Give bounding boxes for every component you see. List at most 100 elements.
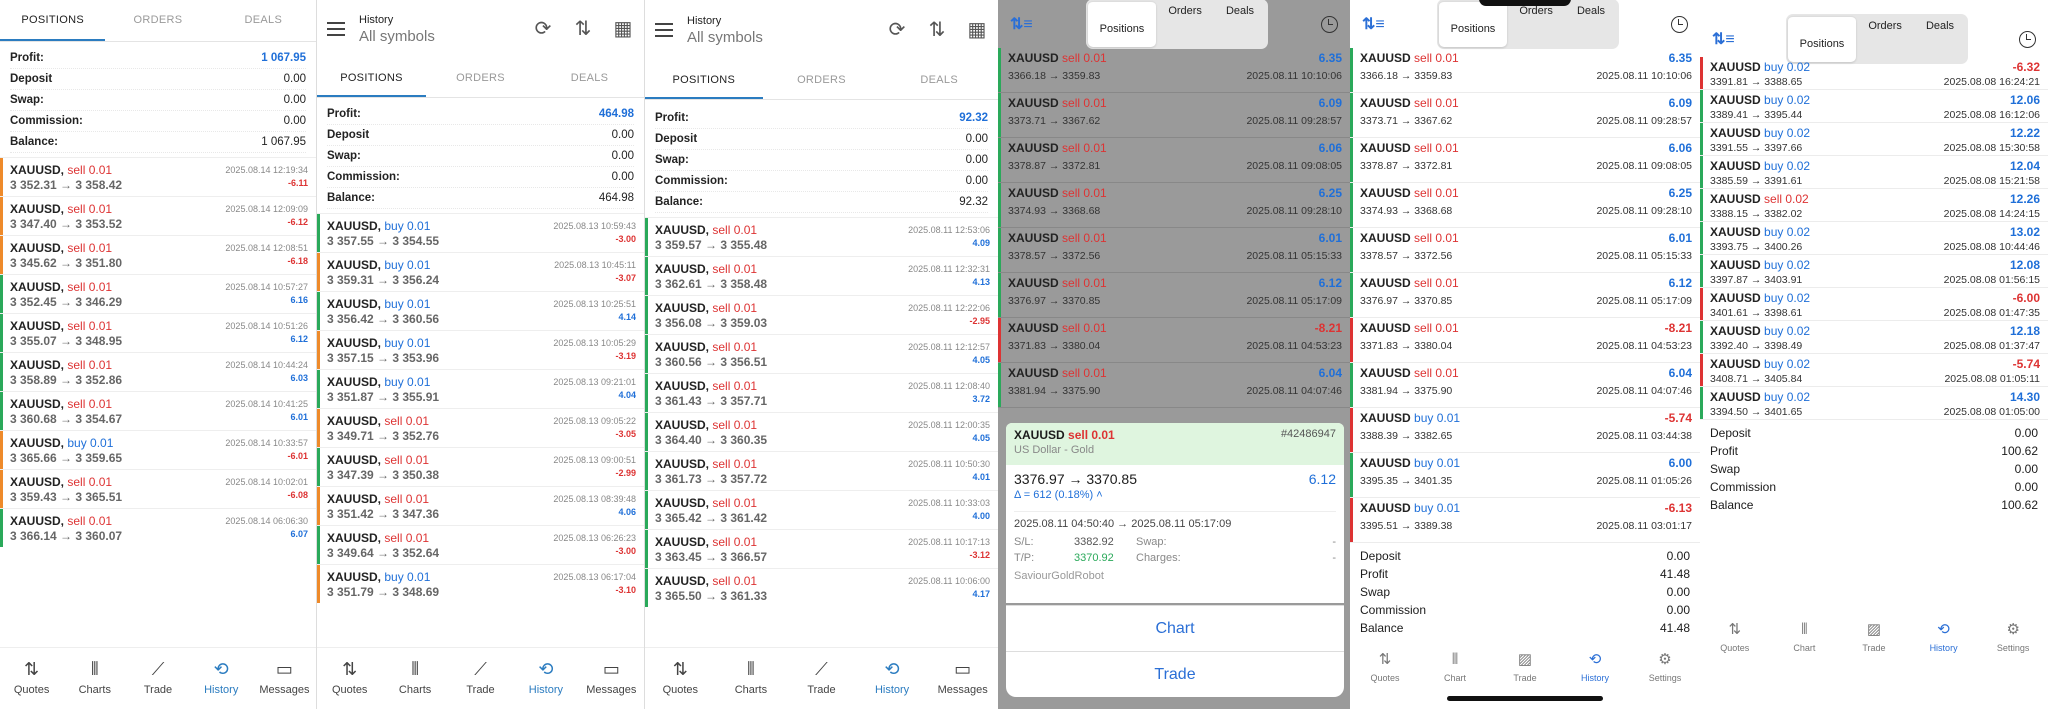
table-row[interactable]: XAUUSD sell 0.01 6.35 3366.18 → 3359.83 202… bbox=[998, 48, 1350, 93]
trade-action-button[interactable]: Trade bbox=[1006, 651, 1344, 697]
tab-orders[interactable]: ORDERS bbox=[763, 60, 881, 99]
nav-trade[interactable]: ⟋ Trade bbox=[126, 648, 189, 709]
table-row[interactable]: XAUUSD buy 0.01 -5.74 3388.39 → 3382.65 202… bbox=[1350, 408, 1700, 453]
table-row[interactable]: XAUUSD, sell 0.01 2025.08.14 12:19:34 3 35… bbox=[0, 157, 316, 196]
table-row[interactable]: XAUUSD, sell 0.01 2025.08.13 09:05:22 3 34… bbox=[317, 408, 644, 447]
table-row[interactable]: XAUUSD sell 0.01 6.09 3373.71 → 3367.62 202… bbox=[998, 93, 1350, 138]
table-row[interactable]: XAUUSD, sell 0.01 2025.08.13 06:26:23 3 34… bbox=[317, 525, 644, 564]
tab-deals[interactable]: DEALS bbox=[535, 58, 644, 97]
sort-icon[interactable]: ⇅ bbox=[926, 19, 948, 41]
sort-icon[interactable]: ⇅≡ bbox=[1712, 29, 1735, 49]
seg-orders[interactable]: Orders bbox=[1856, 16, 1914, 62]
clock-icon[interactable] bbox=[1320, 15, 1338, 33]
table-row[interactable]: XAUUSD sell 0.01 6.09 3373.71 → 3367.62 202… bbox=[1350, 93, 1700, 138]
header-subtitle[interactable]: All symbols bbox=[359, 28, 514, 45]
table-row[interactable]: XAUUSD, sell 0.01 2025.08.14 10:02:01 3 35… bbox=[0, 469, 316, 508]
seg-orders[interactable]: Orders bbox=[1156, 1, 1214, 47]
table-row[interactable]: XAUUSD, sell 0.01 2025.08.11 12:22:06 3 35… bbox=[645, 295, 998, 334]
table-row[interactable]: XAUUSD, sell 0.01 2025.08.14 10:41:25 3 36… bbox=[0, 391, 316, 430]
chart-action-button[interactable]: Chart bbox=[1006, 605, 1344, 651]
nav-trade[interactable]: ⟋ Trade bbox=[448, 648, 513, 709]
table-row[interactable]: XAUUSD sell 0.01 6.04 3381.94 → 3375.90 202… bbox=[998, 363, 1350, 408]
seg-orders[interactable]: Orders bbox=[1507, 1, 1565, 47]
detail-delta[interactable]: Δ = 612 (0.18%) ˄ bbox=[1014, 489, 1336, 501]
tab-positions[interactable]: POSITIONS bbox=[0, 0, 106, 41]
nav-settings[interactable]: ⚙ Settings bbox=[1978, 617, 2048, 663]
header-subtitle[interactable]: All symbols bbox=[687, 29, 868, 46]
table-row[interactable]: XAUUSD sell 0.01 6.25 3374.93 → 3368.68 202… bbox=[998, 183, 1350, 228]
nav-quotes[interactable]: ⇅ Quotes bbox=[645, 648, 716, 709]
table-row[interactable]: XAUUSD, sell 0.01 2025.08.14 10:57:27 3 35… bbox=[0, 274, 316, 313]
nav-charts[interactable]: ⫴ Charts bbox=[716, 648, 787, 709]
table-row[interactable]: XAUUSD buy 0.02 14.30 3394.50 → 3401.65 202… bbox=[1700, 387, 2048, 420]
table-row[interactable]: XAUUSD, buy 0.01 2025.08.13 09:21:01 3 351… bbox=[317, 369, 644, 408]
table-row[interactable]: XAUUSD, sell 0.01 2025.08.14 10:51:26 3 35… bbox=[0, 313, 316, 352]
nav-quotes[interactable]: ⇅ Quotes bbox=[0, 648, 63, 709]
nav-history[interactable]: ⟲ History bbox=[857, 648, 928, 709]
nav-history[interactable]: ⟲ History bbox=[1909, 617, 1979, 663]
tab-deals[interactable]: DEALS bbox=[211, 0, 316, 41]
table-row[interactable]: XAUUSD buy 0.02 12.22 3391.55 → 3397.66 202… bbox=[1700, 123, 2048, 156]
table-row[interactable]: XAUUSD sell 0.01 6.35 3366.18 → 3359.83 202… bbox=[1350, 48, 1700, 93]
table-row[interactable]: XAUUSD, sell 0.01 2025.08.14 12:09:09 3 34… bbox=[0, 196, 316, 235]
table-row[interactable]: XAUUSD, sell 0.01 2025.08.14 10:44:24 3 35… bbox=[0, 352, 316, 391]
nav-chart[interactable]: ⫴ Chart bbox=[1770, 617, 1840, 663]
nav-charts[interactable]: ⫴ Charts bbox=[63, 648, 126, 709]
nav-history[interactable]: ⟲ History bbox=[190, 648, 253, 709]
nav-settings[interactable]: ⚙ Settings bbox=[1630, 647, 1700, 693]
table-row[interactable]: XAUUSD buy 0.02 -6.00 3401.61 → 3398.61 202… bbox=[1700, 288, 2048, 321]
nav-history[interactable]: ⟲ History bbox=[513, 648, 578, 709]
table-row[interactable]: XAUUSD sell 0.01 -8.21 3371.83 → 3380.04 20… bbox=[1350, 318, 1700, 363]
table-row[interactable]: XAUUSD, sell 0.01 2025.08.11 12:12:57 3 36… bbox=[645, 334, 998, 373]
table-row[interactable]: XAUUSD, sell 0.01 2025.08.14 06:06:30 3 36… bbox=[0, 508, 316, 547]
table-row[interactable]: XAUUSD, sell 0.01 2025.08.11 12:32:31 3 36… bbox=[645, 256, 998, 295]
table-row[interactable]: XAUUSD, sell 0.01 2025.08.14 12:08:51 3 34… bbox=[0, 235, 316, 274]
nav-trade[interactable]: ▨ Trade bbox=[1839, 617, 1909, 663]
menu-icon[interactable] bbox=[327, 22, 345, 36]
table-row[interactable]: XAUUSD, buy 0.01 2025.08.13 10:45:11 3 359… bbox=[317, 252, 644, 291]
calendar-icon[interactable]: ▦ bbox=[966, 19, 988, 41]
table-row[interactable]: XAUUSD, sell 0.01 2025.08.11 12:00:35 3 36… bbox=[645, 412, 998, 451]
table-row[interactable]: XAUUSD, sell 0.01 2025.08.11 12:08:40 3 36… bbox=[645, 373, 998, 412]
table-row[interactable]: XAUUSD, sell 0.01 2025.08.11 10:06:00 3 36… bbox=[645, 568, 998, 607]
table-row[interactable]: XAUUSD, sell 0.01 2025.08.11 12:53:06 3 35… bbox=[645, 217, 998, 256]
nav-chart[interactable]: ⫴ Chart bbox=[1420, 647, 1490, 693]
nav-messages[interactable]: ▭ Messages bbox=[579, 648, 644, 709]
table-row[interactable]: XAUUSD buy 0.02 13.02 3393.75 → 3400.26 202… bbox=[1700, 222, 2048, 255]
nav-history[interactable]: ⟲ History bbox=[1560, 647, 1630, 693]
table-row[interactable]: XAUUSD buy 0.02 -6.32 3391.81 → 3388.65 202… bbox=[1700, 57, 2048, 90]
nav-quotes[interactable]: ⇅ Quotes bbox=[1700, 617, 1770, 663]
clock-icon[interactable] bbox=[1670, 15, 1688, 33]
refresh-icon[interactable]: ⟳ bbox=[886, 19, 908, 41]
table-row[interactable]: XAUUSD sell 0.01 6.01 3378.57 → 3372.56 202… bbox=[998, 228, 1350, 273]
table-row[interactable]: XAUUSD, sell 0.01 2025.08.13 08:39:48 3 35… bbox=[317, 486, 644, 525]
tab-deals[interactable]: DEALS bbox=[880, 60, 998, 99]
table-row[interactable]: XAUUSD buy 0.02 12.06 3389.41 → 3395.44 202… bbox=[1700, 90, 2048, 123]
seg-deals[interactable]: Deals bbox=[1214, 1, 1266, 47]
tab-positions[interactable]: POSITIONS bbox=[645, 60, 763, 99]
table-row[interactable]: XAUUSD sell 0.01 6.04 3381.94 → 3375.90 202… bbox=[1350, 363, 1700, 408]
table-row[interactable]: XAUUSD, sell 0.01 2025.08.11 10:33:03 3 36… bbox=[645, 490, 998, 529]
seg-deals[interactable]: Deals bbox=[1565, 1, 1617, 47]
table-row[interactable]: XAUUSD buy 0.02 12.08 3397.87 → 3403.91 202… bbox=[1700, 255, 2048, 288]
table-row[interactable]: XAUUSD sell 0.01 6.25 3374.93 → 3368.68 202… bbox=[1350, 183, 1700, 228]
table-row[interactable]: XAUUSD sell 0.01 6.01 3378.57 → 3372.56 202… bbox=[1350, 228, 1700, 273]
calendar-icon[interactable]: ▦ bbox=[612, 18, 634, 40]
table-row[interactable]: XAUUSD, sell 0.01 2025.08.11 10:50:30 3 36… bbox=[645, 451, 998, 490]
table-row[interactable]: XAUUSD buy 0.02 12.18 3392.40 → 3398.49 202… bbox=[1700, 321, 2048, 354]
nav-charts[interactable]: ⫴ Charts bbox=[382, 648, 447, 709]
sort-icon[interactable]: ⇅≡ bbox=[1362, 14, 1385, 34]
menu-icon[interactable] bbox=[655, 23, 673, 37]
table-row[interactable]: XAUUSD sell 0.01 6.06 3378.87 → 3372.81 202… bbox=[998, 138, 1350, 183]
sort-icon[interactable]: ⇅≡ bbox=[1010, 14, 1033, 34]
table-row[interactable]: XAUUSD, buy 0.01 2025.08.13 10:05:29 3 357… bbox=[317, 330, 644, 369]
nav-messages[interactable]: ▭ Messages bbox=[927, 648, 998, 709]
table-row[interactable]: XAUUSD sell 0.01 -8.21 3371.83 → 3380.04 20… bbox=[998, 318, 1350, 363]
table-row[interactable]: XAUUSD buy 0.01 -6.13 3395.51 → 3389.38 202… bbox=[1350, 498, 1700, 543]
table-row[interactable]: XAUUSD sell 0.01 6.06 3378.87 → 3372.81 202… bbox=[1350, 138, 1700, 183]
tab-orders[interactable]: ORDERS bbox=[105, 0, 210, 41]
table-row[interactable]: XAUUSD buy 0.02 12.04 3385.59 → 3391.61 202… bbox=[1700, 156, 2048, 189]
nav-quotes[interactable]: ⇅ Quotes bbox=[1350, 647, 1420, 693]
table-row[interactable]: XAUUSD, sell 0.01 2025.08.11 10:17:13 3 36… bbox=[645, 529, 998, 568]
table-row[interactable]: XAUUSD sell 0.02 12.26 3388.15 → 3382.02 20… bbox=[1700, 189, 2048, 222]
